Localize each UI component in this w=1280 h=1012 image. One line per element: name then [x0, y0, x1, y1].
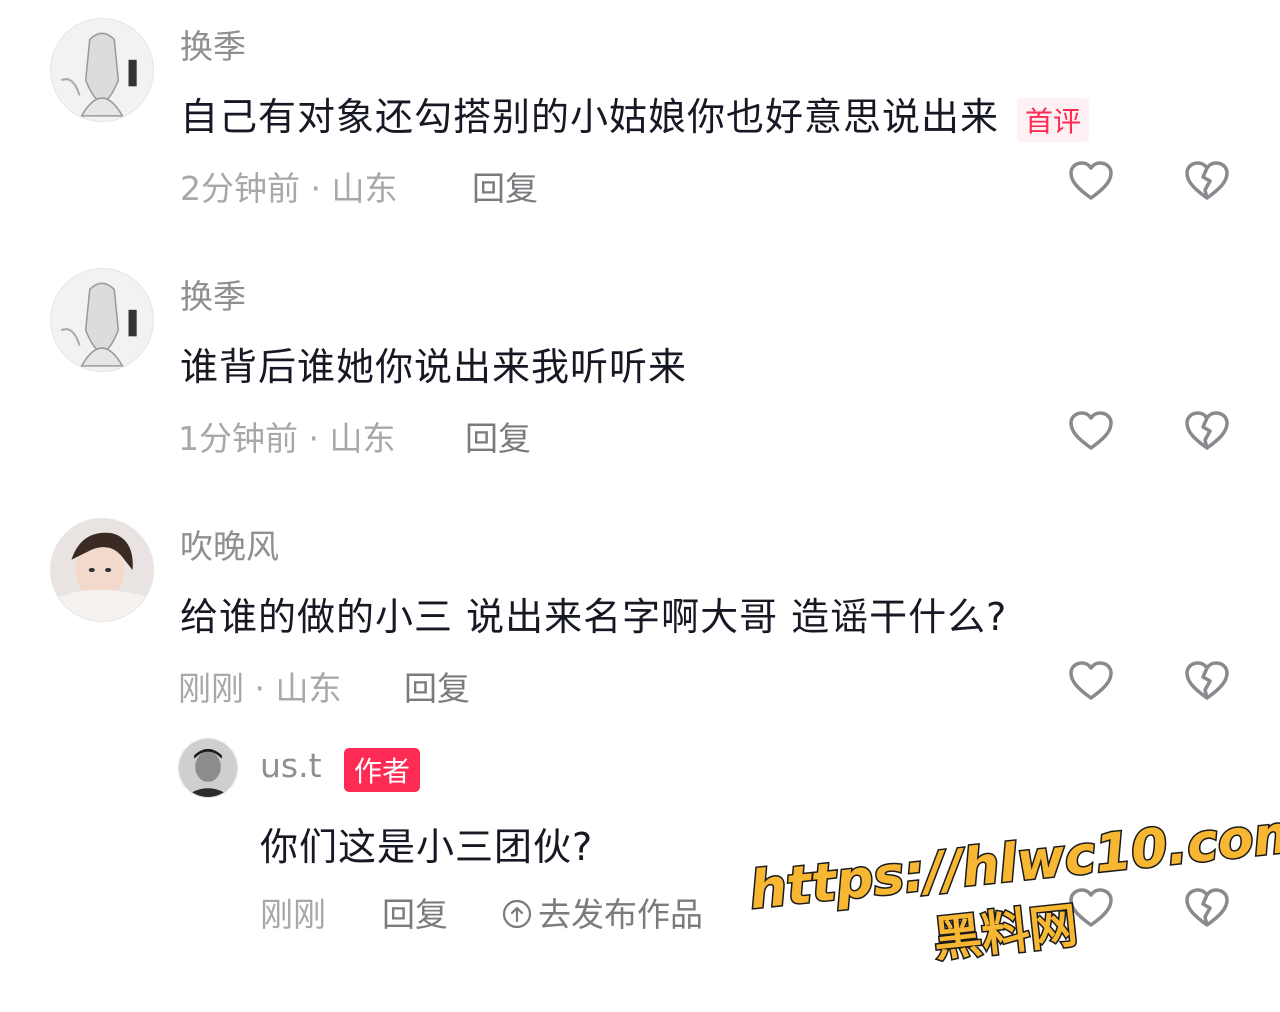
- publish-work-label: 去发布作品: [538, 895, 703, 934]
- avatar[interactable]: [50, 518, 154, 622]
- comment-text-content: 自己有对象还勾搭别的小姑娘你也好意思说出来: [180, 95, 1000, 139]
- comment-meta: 2分钟前 · 山东: [180, 169, 398, 208]
- author-reply-meta: 刚刚: [260, 895, 326, 934]
- like-heart-icon[interactable]: [1067, 407, 1115, 455]
- username[interactable]: 换季: [180, 270, 246, 318]
- reply-button[interactable]: 回复: [465, 412, 531, 460]
- username[interactable]: 换季: [180, 20, 246, 68]
- dislike-broken-heart-icon[interactable]: [1183, 657, 1231, 705]
- comment-item: 换季 自己有对象还勾搭别的小姑娘你也好意思说出来 首评 2分钟前 · 山东 回复: [0, 0, 1280, 240]
- avatar-photo-image: [179, 739, 237, 797]
- author-badge: 作者: [344, 748, 421, 792]
- comment-meta: 刚刚 · 山东: [178, 669, 342, 708]
- like-heart-icon[interactable]: [1067, 657, 1115, 705]
- dislike-broken-heart-icon[interactable]: [1183, 157, 1231, 205]
- avatar[interactable]: [50, 18, 154, 122]
- like-heart-icon[interactable]: [1067, 157, 1115, 205]
- first-comment-badge: 首评: [1017, 97, 1090, 142]
- avatar-anime-image: [51, 19, 153, 121]
- comment-meta: 1分钟前 · 山东: [178, 419, 396, 458]
- avatar-photo-image: [51, 519, 153, 621]
- username[interactable]: 吹晚风: [180, 520, 279, 568]
- comment-item: 换季 谁背后谁她你说出来我听听来 1分钟前 · 山东 回复: [0, 250, 1280, 490]
- reply-button[interactable]: 回复: [472, 162, 538, 210]
- avatar[interactable]: [50, 268, 154, 372]
- comment-text: 谁背后谁她你说出来我听听来: [180, 345, 688, 389]
- reply-button[interactable]: 回复: [382, 888, 448, 936]
- author-username[interactable]: us.t: [260, 746, 322, 785]
- reply-button[interactable]: 回复: [404, 662, 470, 710]
- publish-work-link[interactable]: 去发布作品: [502, 888, 703, 936]
- avatar-anime-image: [51, 269, 153, 371]
- author-avatar[interactable]: [178, 738, 238, 798]
- author-reply-text: 你们这是小三团伙?: [260, 825, 594, 869]
- comment-item: 吹晚风 给谁的做的小三 说出来名字啊大哥 造谣干什么? 刚刚 · 山东 回复: [0, 500, 1280, 730]
- dislike-broken-heart-icon[interactable]: [1183, 407, 1231, 455]
- comment-text: 自己有对象还勾搭别的小姑娘你也好意思说出来 首评: [180, 86, 1090, 142]
- arrow-up-circle-icon: [502, 899, 532, 929]
- comment-text: 给谁的做的小三 说出来名字啊大哥 造谣干什么?: [180, 595, 1008, 639]
